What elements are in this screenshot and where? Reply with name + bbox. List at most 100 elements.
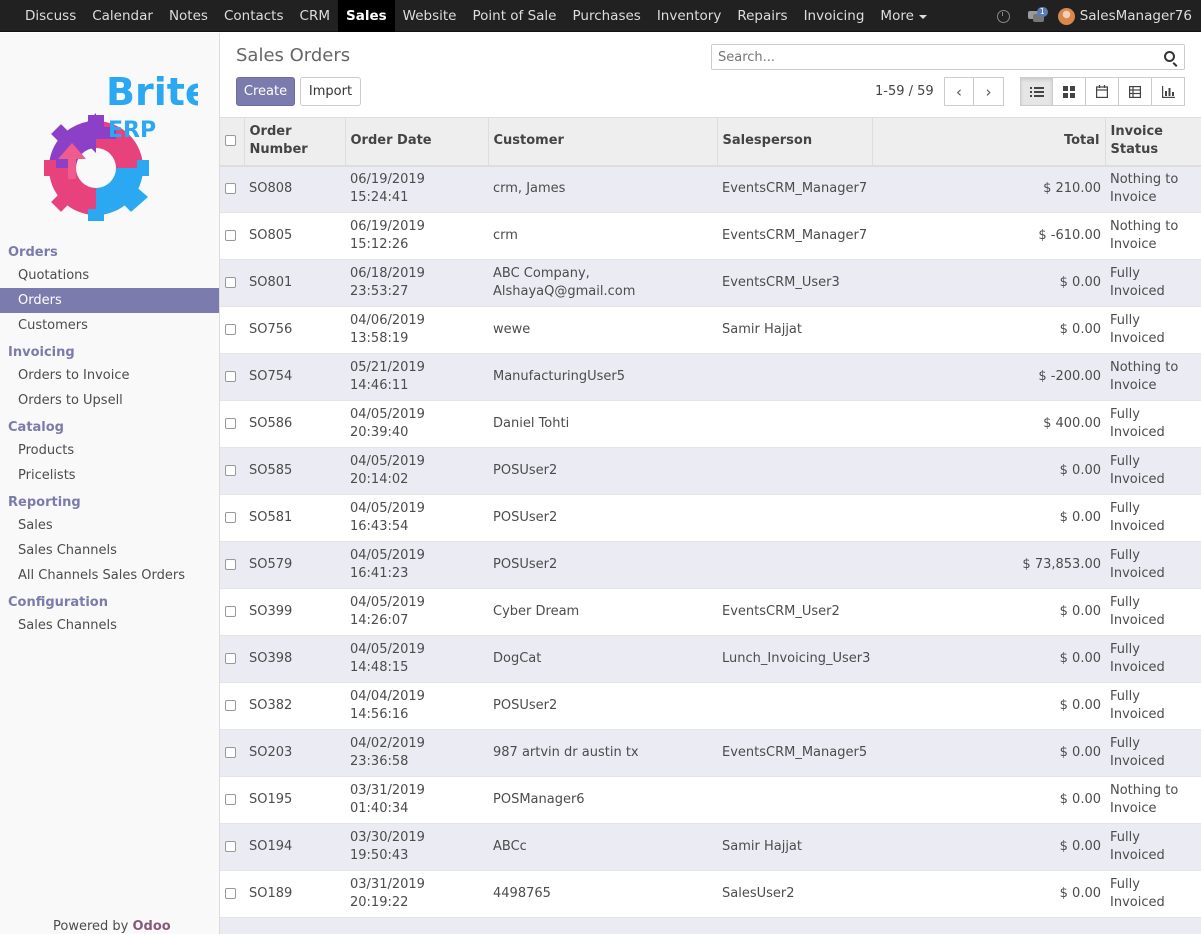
table-row[interactable]: SO801 06/18/2019 23:53:27 ABC Company, Als… xyxy=(220,259,1201,307)
sidebar-item-sales-channels[interactable]: Sales Channels xyxy=(0,538,219,563)
row-checkbox[interactable] xyxy=(225,700,236,711)
column-invoice-status[interactable]: Invoice Status xyxy=(1104,117,1201,167)
row-checkbox[interactable] xyxy=(225,888,236,899)
search-input[interactable] xyxy=(712,45,1152,69)
table-row[interactable]: SO805 06/19/2019 15:12:26 crm EventsCRM_Man… xyxy=(220,212,1201,260)
app-menu-sales[interactable]: Sales xyxy=(337,0,395,32)
cell-total: $ 400.00 xyxy=(872,400,1105,448)
sidebar-item-sales-channels[interactable]: Sales Channels xyxy=(0,613,219,638)
table-row[interactable]: SO203 04/02/2019 23:36:58 987 artvin dr au… xyxy=(220,729,1201,777)
row-checkbox[interactable] xyxy=(225,794,236,805)
cell-order-date: 06/19/2019 15:24:41 xyxy=(345,165,488,213)
row-checkbox[interactable] xyxy=(225,324,236,335)
app-menu-purchases[interactable]: Purchases xyxy=(564,0,648,32)
row-checkbox[interactable] xyxy=(225,512,236,523)
cell-order-date: 04/04/2019 14:56:16 xyxy=(345,682,488,730)
table-row[interactable]: 03/29/2019 xyxy=(220,917,1201,934)
app-menu-crm[interactable]: CRM xyxy=(292,0,338,32)
odoo-link[interactable]: Odoo xyxy=(133,919,171,934)
table-row[interactable]: SO756 04/06/2019 13:58:19 wewe Samir Hajjat… xyxy=(220,306,1201,354)
cell-order-date: 03/29/2019 xyxy=(345,917,488,934)
table-row[interactable]: SO581 04/05/2019 16:43:54 POSUser2 $ 0.00 Fu… xyxy=(220,494,1201,542)
table-row[interactable]: SO579 04/05/2019 16:41:23 POSUser2 $ 73,853… xyxy=(220,541,1201,589)
app-menu-contacts[interactable]: Contacts xyxy=(216,0,292,32)
sidebar-item-orders-to-invoice[interactable]: Orders to Invoice xyxy=(0,363,219,388)
row-checkbox[interactable] xyxy=(225,418,236,429)
row-checkbox[interactable] xyxy=(225,653,236,664)
app-menu-inventory[interactable]: Inventory xyxy=(649,0,729,32)
cell-salesperson: Samir Hajjat xyxy=(717,306,872,354)
row-checkbox[interactable] xyxy=(225,465,236,476)
row-checkbox[interactable] xyxy=(225,371,236,382)
row-checkbox[interactable] xyxy=(225,277,236,288)
table-row[interactable]: SO398 04/05/2019 14:48:15 DogCat Lunch_Invo… xyxy=(220,635,1201,683)
app-menu-point-of-sale[interactable]: Point of Sale xyxy=(464,0,564,32)
cell-salesperson: Samir Hajjat xyxy=(717,823,872,871)
pivot-view-button[interactable] xyxy=(1119,77,1152,106)
sidebar-item-orders[interactable]: Orders xyxy=(0,288,219,313)
sidebar-section-reporting: Reporting xyxy=(8,495,81,510)
table-row[interactable]: SO399 04/05/2019 14:26:07 Cyber Dream Event… xyxy=(220,588,1201,636)
pager-next-button[interactable]: › xyxy=(974,77,1004,106)
select-all-checkbox[interactable] xyxy=(225,135,236,147)
sidebar-item-pricelists[interactable]: Pricelists xyxy=(0,463,219,488)
column-total[interactable]: Total xyxy=(871,117,1105,167)
column-customer[interactable]: Customer xyxy=(487,117,717,167)
import-button[interactable]: Import xyxy=(300,77,361,106)
app-menu-website[interactable]: Website xyxy=(395,0,465,32)
sidebar-item-customers[interactable]: Customers xyxy=(0,313,219,338)
sidebar-item-quotations[interactable]: Quotations xyxy=(0,263,219,288)
row-checkbox[interactable] xyxy=(225,183,236,195)
pivot-view-icon xyxy=(1129,85,1141,98)
cell-order-number: SO189 xyxy=(244,870,345,918)
list-view-button[interactable] xyxy=(1020,77,1053,106)
sidebar-item-sales[interactable]: Sales xyxy=(0,513,219,538)
table-row[interactable]: SO189 03/31/2019 20:19:22 4498765 SalesUser… xyxy=(220,870,1201,918)
app-menu-repairs[interactable]: Repairs xyxy=(729,0,795,32)
pager-previous-button[interactable]: ‹ xyxy=(944,77,974,106)
top-navbar: Discuss Calendar Notes Contacts CRM Sales Webs… xyxy=(0,0,1201,32)
table-row[interactable]: SO586 04/05/2019 20:39:40 Daniel Tohti $ 40… xyxy=(220,400,1201,448)
column-order-date[interactable]: Order Date xyxy=(344,117,488,167)
user-menu[interactable]: SalesManager76 xyxy=(1080,8,1192,24)
app-menu-discuss[interactable]: Discuss xyxy=(17,0,84,32)
sidebar-item-all-channels-sales-orders[interactable]: All Channels Sales Orders xyxy=(0,563,219,588)
kanban-view-button[interactable] xyxy=(1053,77,1086,106)
sidebar-item-products[interactable]: Products xyxy=(0,438,219,463)
table-row[interactable]: SO195 03/31/2019 01:40:34 POSManager6 $ 0.0… xyxy=(220,776,1201,824)
table-row[interactable]: SO382 04/04/2019 14:56:16 POSUser2 $ 0.00 Fu… xyxy=(220,682,1201,730)
column-order-number[interactable]: Order Number xyxy=(243,117,345,167)
cell-invoice-status: Nothing to Invoice xyxy=(1105,212,1201,260)
sidebar-item-orders-to-upsell[interactable]: Orders to Upsell xyxy=(0,388,219,413)
row-checkbox[interactable] xyxy=(225,606,236,617)
row-checkbox[interactable] xyxy=(225,747,236,758)
graph-view-button[interactable] xyxy=(1152,77,1185,106)
cell-salesperson xyxy=(717,400,872,448)
avatar[interactable] xyxy=(1057,7,1075,25)
cell-order-number: SO579 xyxy=(244,541,345,589)
cell-total xyxy=(872,917,1105,934)
cell-order-date: 04/05/2019 16:43:54 xyxy=(345,494,488,542)
row-checkbox[interactable] xyxy=(225,559,236,570)
pager-value[interactable]: 1-59 / 59 xyxy=(875,84,934,99)
row-checkbox[interactable] xyxy=(225,841,236,852)
calendar-view-button[interactable] xyxy=(1086,77,1119,106)
cell-customer: crm, James xyxy=(488,165,717,213)
table-row[interactable]: SO808 06/19/2019 15:24:41 crm, James Events… xyxy=(220,165,1201,213)
cell-order-number: SO585 xyxy=(244,447,345,495)
app-menu-notes[interactable]: Notes xyxy=(161,0,216,32)
table-row[interactable]: SO194 03/30/2019 19:50:43 ABCc Samir Hajjat… xyxy=(220,823,1201,871)
cell-order-number: SO801 xyxy=(244,259,345,307)
app-menu-calendar[interactable]: Calendar xyxy=(84,0,161,32)
cell-total: $ -610.00 xyxy=(872,212,1105,260)
clock-icon[interactable] xyxy=(996,9,1010,23)
table-row[interactable]: SO585 04/05/2019 20:14:02 POSUser2 $ 0.00 Fu… xyxy=(220,447,1201,495)
app-menu-invoicing[interactable]: Invoicing xyxy=(796,0,873,32)
search-icon[interactable] xyxy=(1164,51,1175,62)
table-row[interactable]: SO754 05/21/2019 14:46:11 ManufacturingUse… xyxy=(220,353,1201,401)
create-button[interactable]: Create xyxy=(236,77,295,106)
row-checkbox[interactable] xyxy=(225,230,236,241)
column-salesperson[interactable]: Salesperson xyxy=(716,117,872,167)
chat-icon[interactable]: 1 xyxy=(1027,7,1048,22)
app-menu-more[interactable]: More xyxy=(872,0,934,32)
